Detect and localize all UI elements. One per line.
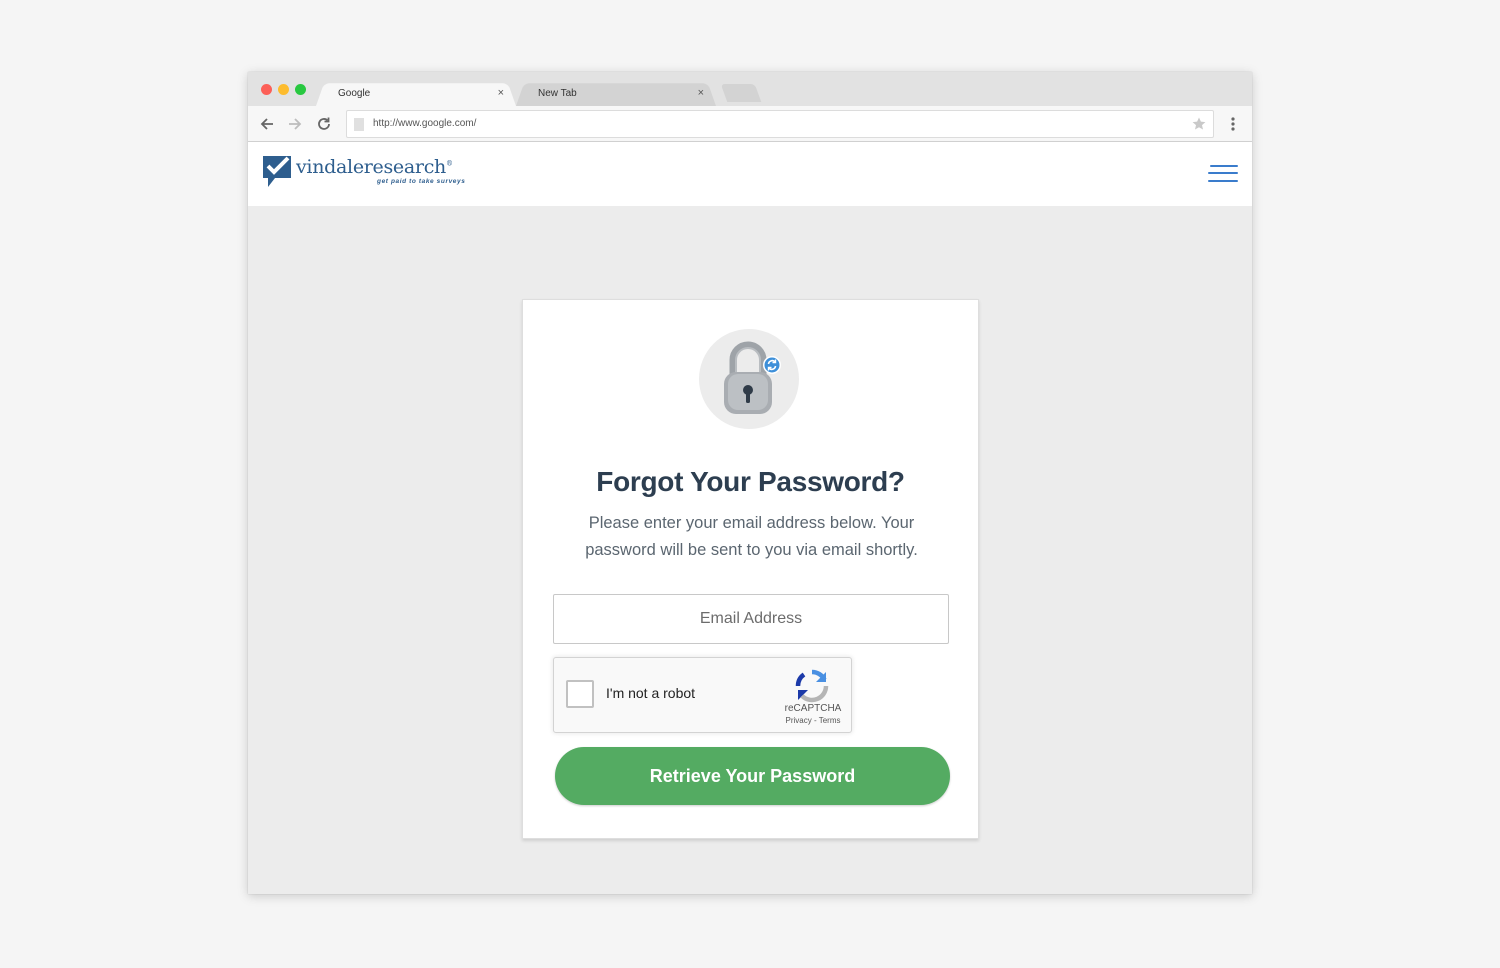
site-header: vindaleresearch® get paid to take survey… [248, 142, 1252, 206]
minimize-window-button[interactable] [278, 84, 289, 95]
address-bar[interactable]: http://www.google.com/ [346, 110, 1214, 138]
browser-window: Google × New Tab × http://www.google.com… [248, 72, 1252, 894]
arrow-right-icon[interactable] [286, 115, 304, 133]
tab-close-icon[interactable]: × [498, 81, 504, 106]
tab-label: New Tab [538, 88, 577, 99]
arrow-left-icon[interactable] [258, 115, 276, 133]
lock-reset-icon [724, 341, 781, 414]
close-window-button[interactable] [261, 84, 272, 95]
lock-icon-circle [699, 329, 799, 429]
url-text[interactable]: http://www.google.com/ [373, 111, 476, 137]
recaptcha-logo-icon [795, 669, 829, 703]
recaptcha-widget: I'm not a robot reCAPTCHA Privacy - Term… [553, 657, 852, 733]
instructions-text: Please enter your email address below. Y… [585, 514, 918, 559]
star-icon[interactable] [1191, 116, 1207, 132]
tab-new-tab[interactable]: New Tab × [516, 81, 716, 106]
recaptcha-privacy-terms[interactable]: Privacy - Terms [779, 716, 847, 725]
tab-bar: Google × New Tab × [248, 72, 1252, 106]
browser-toolbar: http://www.google.com/ [248, 106, 1252, 142]
tab-google[interactable]: Google × [316, 81, 516, 106]
logo-tagline: get paid to take surveys [377, 178, 466, 185]
recaptcha-checkbox[interactable] [566, 680, 594, 708]
site-logo[interactable]: vindaleresearch® get paid to take survey… [262, 154, 466, 194]
hamburger-icon[interactable] [1206, 164, 1238, 186]
vertical-dots-icon[interactable] [1224, 115, 1242, 133]
forgot-password-card: Forgot Your Password? Please enter your … [522, 299, 979, 839]
retrieve-password-button[interactable]: Retrieve Your Password [555, 747, 950, 805]
page-title: Forgot Your Password? [596, 466, 905, 497]
page-content: Forgot Your Password? Please enter your … [248, 206, 1252, 894]
maximize-window-button[interactable] [295, 84, 306, 95]
email-field[interactable] [553, 594, 949, 644]
recaptcha-brand: reCAPTCHA [784, 703, 842, 714]
page-icon [354, 118, 364, 131]
checkmark-logo-icon [263, 156, 291, 187]
reload-icon[interactable] [315, 115, 333, 133]
logo-wordmark: vindaleresearch® [296, 156, 453, 178]
new-tab-button[interactable] [720, 84, 762, 102]
tab-label: Google [338, 88, 371, 99]
tab-close-icon[interactable]: × [698, 81, 704, 106]
recaptcha-label: I'm not a robot [606, 685, 696, 701]
